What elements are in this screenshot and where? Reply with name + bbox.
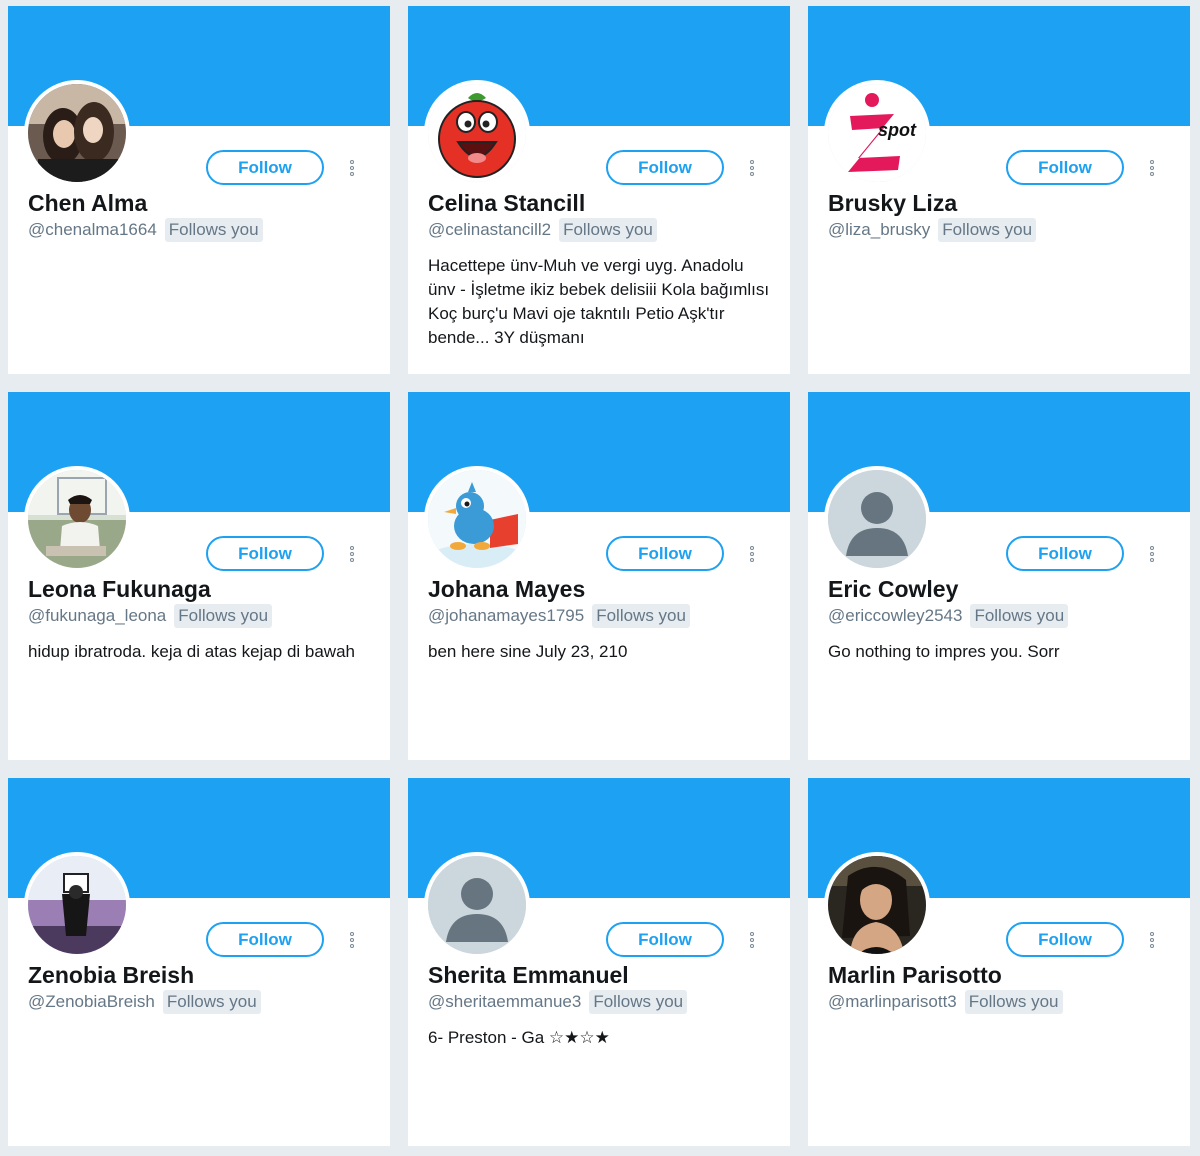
user-card[interactable]: Follow Leona Fukunaga @fukunaga_leona Fo… — [8, 392, 390, 760]
handle-row: @fukunaga_leona Follows you — [28, 604, 273, 628]
user-card[interactable]: Follow Sherita Emmanuel @sheritaemmanue3… — [408, 778, 790, 1146]
avatar[interactable] — [24, 466, 130, 572]
follows-you-badge: Follows you — [174, 604, 273, 628]
display-name[interactable]: Eric Cowley — [828, 576, 958, 603]
more-options-icon[interactable] — [742, 156, 762, 180]
more-options-icon[interactable] — [342, 156, 362, 180]
username[interactable]: @ZenobiaBreish — [28, 992, 155, 1012]
user-card[interactable]: Follow Johana Mayes @johanamayes1795 Fol… — [408, 392, 790, 760]
username[interactable]: @ericcowley2543 — [828, 606, 962, 626]
more-options-icon[interactable] — [742, 542, 762, 566]
avatar[interactable]: spot — [824, 80, 930, 186]
user-card[interactable]: Follow Celina Stancill @celinastancill2 … — [408, 6, 790, 374]
follow-button[interactable]: Follow — [206, 922, 324, 957]
more-options-icon[interactable] — [342, 542, 362, 566]
follows-you-badge: Follows you — [964, 990, 1063, 1014]
user-card[interactable]: Follow Marlin Parisotto @marlinparisott3… — [808, 778, 1190, 1146]
bio: 6- Preston - Ga ☆★☆★ — [428, 1028, 610, 1047]
display-name[interactable]: Johana Mayes — [428, 576, 585, 603]
svg-text:spot: spot — [878, 120, 917, 140]
handle-row: @liza_brusky Follows you — [828, 218, 1037, 242]
handle-row: @marlinparisott3 Follows you — [828, 990, 1063, 1014]
display-name[interactable]: Brusky Liza — [828, 190, 957, 217]
bio: hidup ibratroda. keja di atas kejap di b… — [28, 642, 355, 661]
username[interactable]: @fukunaga_leona — [28, 606, 166, 626]
handle-row: @chenalma1664 Follows you — [28, 218, 263, 242]
more-options-icon[interactable] — [1142, 156, 1162, 180]
user-card[interactable]: Follow Eric Cowley @ericcowley2543 Follo… — [808, 392, 1190, 760]
follows-you-badge: Follows you — [559, 218, 657, 242]
username[interactable]: @liza_brusky — [828, 220, 930, 240]
display-name[interactable]: Leona Fukunaga — [28, 576, 211, 603]
follows-you-badge: Follows you — [162, 990, 261, 1014]
display-name[interactable]: Zenobia Breish — [28, 962, 194, 989]
more-options-icon[interactable] — [1142, 542, 1162, 566]
bio: ben here sine July 23, 210 — [428, 642, 628, 661]
follows-you-badge: Follows you — [970, 604, 1069, 628]
username[interactable]: @sheritaemmanue3 — [428, 992, 581, 1012]
user-card[interactable]: spot Follow Brusky Liza @liza_brusky Fol… — [808, 6, 1190, 374]
avatar[interactable] — [24, 852, 130, 958]
handle-row: @ericcowley2543 Follows you — [828, 604, 1069, 628]
avatar[interactable] — [424, 852, 530, 958]
follows-you-badge: Follows you — [589, 990, 688, 1014]
follower-grid: Follow Chen Alma @chenalma1664 Follows y… — [0, 0, 1200, 1156]
display-name[interactable]: Celina Stancill — [428, 190, 585, 217]
follows-you-badge: Follows you — [164, 218, 263, 242]
more-options-icon[interactable] — [342, 928, 362, 952]
handle-row: @celinastancill2 Follows you — [428, 218, 657, 242]
follows-you-badge: Follows you — [592, 604, 690, 628]
handle-row: @ZenobiaBreish Follows you — [28, 990, 261, 1014]
follow-button[interactable]: Follow — [606, 922, 724, 957]
follow-button[interactable]: Follow — [1006, 150, 1124, 185]
avatar[interactable] — [424, 80, 530, 186]
display-name[interactable]: Chen Alma — [28, 190, 147, 217]
username[interactable]: @marlinparisott3 — [828, 992, 957, 1012]
follow-button[interactable]: Follow — [1006, 922, 1124, 957]
more-options-icon[interactable] — [1142, 928, 1162, 952]
handle-row: @sheritaemmanue3 Follows you — [428, 990, 688, 1014]
handle-row: @johanamayes1795 Follows you — [428, 604, 690, 628]
username[interactable]: @johanamayes1795 — [428, 606, 584, 626]
username[interactable]: @chenalma1664 — [28, 220, 157, 240]
follow-button[interactable]: Follow — [1006, 536, 1124, 571]
follows-you-badge: Follows you — [938, 218, 1037, 242]
display-name[interactable]: Sherita Emmanuel — [428, 962, 629, 989]
user-card[interactable]: Follow Chen Alma @chenalma1664 Follows y… — [8, 6, 390, 374]
avatar[interactable] — [424, 466, 530, 572]
avatar[interactable] — [824, 852, 930, 958]
display-name[interactable]: Marlin Parisotto — [828, 962, 1002, 989]
avatar[interactable] — [24, 80, 130, 186]
bio: Go nothing to impres you. Sorr — [828, 642, 1060, 661]
follow-button[interactable]: Follow — [206, 536, 324, 571]
follow-button[interactable]: Follow — [606, 150, 724, 185]
bio: Hacettepe ünv-Muh ve vergi uyg. Anadolu … — [428, 256, 770, 347]
follow-button[interactable]: Follow — [206, 150, 324, 185]
username[interactable]: @celinastancill2 — [428, 220, 551, 240]
user-card[interactable]: Follow Zenobia Breish @ZenobiaBreish Fol… — [8, 778, 390, 1146]
avatar[interactable] — [824, 466, 930, 572]
more-options-icon[interactable] — [742, 928, 762, 952]
follow-button[interactable]: Follow — [606, 536, 724, 571]
